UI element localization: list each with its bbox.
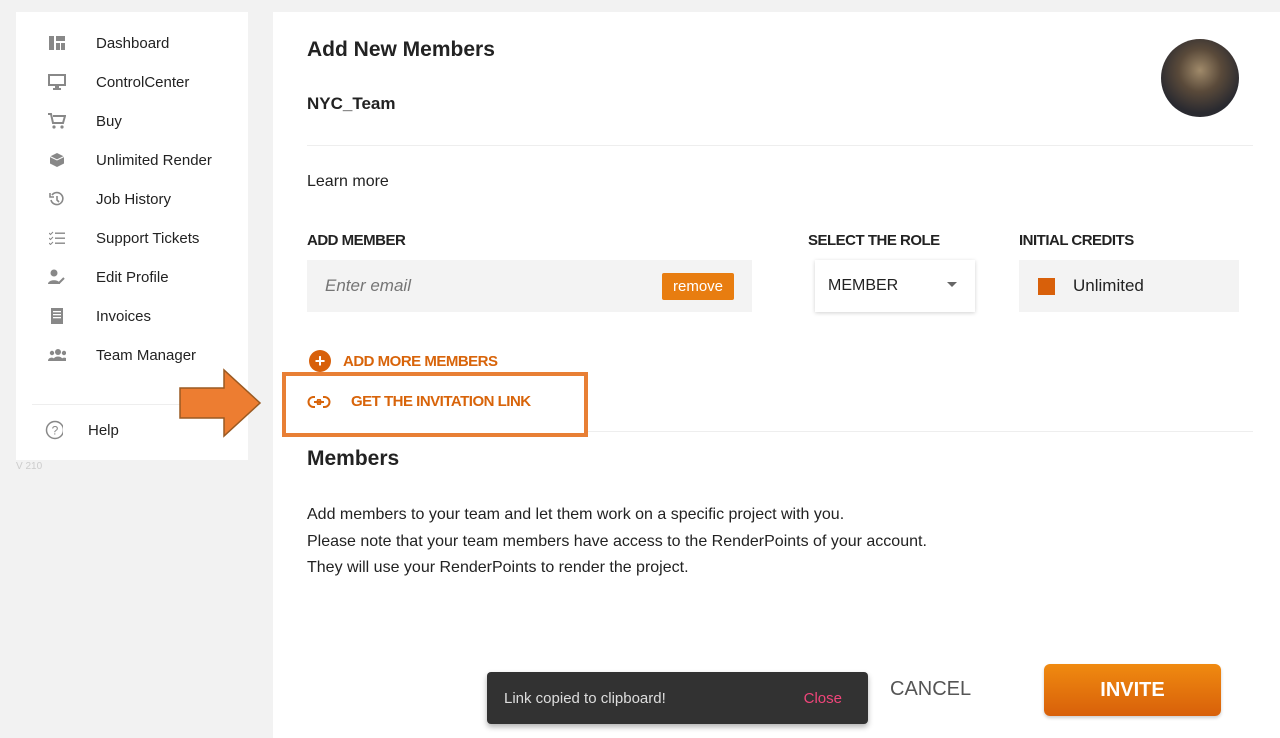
invoice-icon xyxy=(48,307,66,325)
add-member-label: ADD MEMBER xyxy=(307,232,406,249)
credits-value: Unlimited xyxy=(1073,276,1144,295)
sidebar-item-label: Support Tickets xyxy=(96,229,200,247)
sidebar-item-dashboard[interactable]: Dashboard xyxy=(16,26,248,60)
get-invitation-link-button[interactable]: GET THE INVITATION LINK xyxy=(307,393,531,410)
team-name: NYC_Team xyxy=(307,94,396,113)
cart-icon xyxy=(48,112,66,130)
plus-circle-icon: + xyxy=(309,350,331,372)
toast-message: Link copied to clipboard! xyxy=(504,689,666,707)
sidebar-item-invoices[interactable]: Invoices xyxy=(16,299,248,333)
sidebar-item-buy[interactable]: Buy xyxy=(16,104,248,138)
cube-icon xyxy=(48,151,66,169)
toast-notification: Link copied to clipboard! Close xyxy=(487,672,868,724)
sidebar-item-team-manager[interactable]: Team Manager xyxy=(16,338,248,372)
sidebar-item-label: Team Manager xyxy=(96,346,197,364)
sidebar-item-support-tickets[interactable]: Support Tickets xyxy=(16,221,248,255)
pointer-arrow-annotation xyxy=(179,368,262,438)
sidebar-item-label: Job History xyxy=(96,190,172,208)
cancel-button[interactable]: CANCEL xyxy=(890,678,971,701)
page-title: Add New Members xyxy=(307,38,495,61)
help-icon: ? xyxy=(45,420,63,440)
description-line: Add members to your team and let them wo… xyxy=(307,506,845,523)
chevron-down-icon xyxy=(947,282,957,287)
members-title: Members xyxy=(307,447,400,470)
description-line: They will use your RenderPoints to rende… xyxy=(307,559,689,576)
divider xyxy=(307,145,1253,146)
history-icon xyxy=(48,190,66,208)
role-value: MEMBER xyxy=(828,277,899,294)
unlimited-checkbox[interactable] xyxy=(1038,277,1055,295)
version-label: V 210 xyxy=(16,461,43,472)
add-more-members-button[interactable]: + ADD MORE MEMBERS xyxy=(309,350,498,372)
dashboard-icon xyxy=(48,34,66,52)
sidebar-item-label: Buy xyxy=(96,112,122,130)
sidebar-item-label: Edit Profile xyxy=(96,268,169,286)
sidebar-item-edit-profile[interactable]: Edit Profile xyxy=(16,260,248,294)
sidebar-item-label: ControlCenter xyxy=(96,73,190,91)
monitor-icon xyxy=(48,73,66,91)
toast-close-button[interactable]: Close xyxy=(804,690,842,707)
remove-button[interactable]: remove xyxy=(662,273,734,300)
link-icon xyxy=(307,394,331,409)
user-edit-icon xyxy=(48,268,66,286)
invite-button[interactable]: INVITE xyxy=(1044,664,1221,716)
sidebar-item-job-history[interactable]: Job History xyxy=(16,182,248,216)
role-select[interactable]: MEMBER xyxy=(815,260,975,312)
sidebar-item-label: Unlimited Render xyxy=(96,151,212,169)
avatar[interactable] xyxy=(1161,39,1239,117)
svg-text:?: ? xyxy=(52,424,59,438)
team-icon xyxy=(48,346,66,364)
sidebar-item-controlcenter[interactable]: ControlCenter xyxy=(16,65,248,99)
sidebar-item-label: Dashboard xyxy=(96,34,170,52)
credits-label: INITIAL CREDITS xyxy=(1019,232,1134,249)
checklist-icon xyxy=(48,229,66,247)
description-line: Please note that your team members have … xyxy=(307,533,927,550)
credits-field: Unlimited xyxy=(1019,260,1239,312)
learn-more-link[interactable]: Learn more xyxy=(307,173,389,191)
divider xyxy=(588,431,1253,432)
role-label: SELECT THE ROLE xyxy=(808,232,940,249)
sidebar-item-label: Invoices xyxy=(96,307,152,325)
sidebar-item-unlimited-render[interactable]: Unlimited Render xyxy=(16,143,248,177)
